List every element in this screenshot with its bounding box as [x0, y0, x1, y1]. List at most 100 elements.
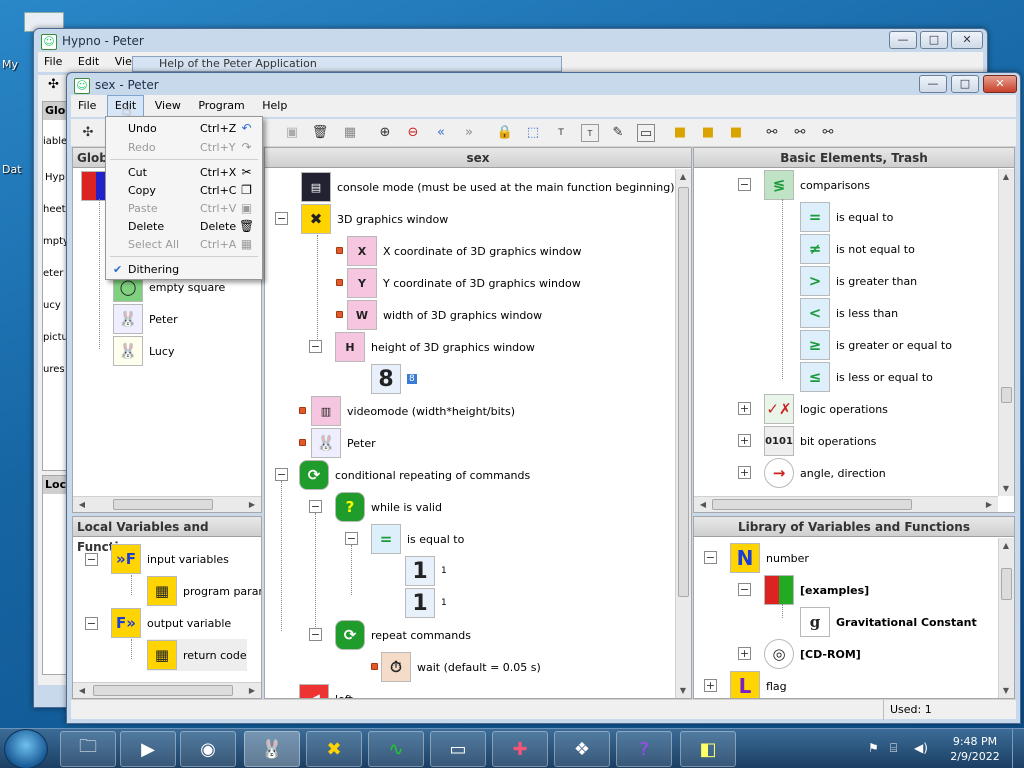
hypno-item-0[interactable]: iable [43, 136, 67, 147]
collapse-icon[interactable]: − [309, 340, 322, 353]
not-equal-node[interactable]: ≠ is not equal to [800, 233, 915, 265]
taskbar-chrome-icon[interactable]: ◉ [180, 731, 236, 767]
hypno-maximize-button[interactable]: □ [920, 31, 948, 49]
collapse-icon[interactable]: − [309, 500, 322, 513]
collapse-icon[interactable]: − [738, 583, 751, 596]
show-desktop-button[interactable] [1012, 729, 1024, 768]
hypno-menu-file[interactable]: File [38, 52, 68, 72]
collapse-icon[interactable]: − [309, 628, 322, 641]
menu-file[interactable]: File [71, 96, 103, 116]
bit-operations-node[interactable]: 0101 bit operations [764, 425, 876, 457]
menu-item-redo[interactable]: Redo Ctrl+Y ↷ [106, 138, 262, 157]
lock-icon[interactable]: 🔒 [496, 124, 514, 142]
tray-network-icon[interactable]: ⌸ [890, 741, 897, 756]
menu-item-cut[interactable]: Cut Ctrl+X ✂ [106, 163, 262, 182]
less-node[interactable]: < is less than [800, 297, 898, 329]
minimize-button[interactable]: — [919, 75, 947, 93]
menu-item-paste[interactable]: Paste Ctrl+V ▣ [106, 199, 262, 218]
lock-b-icon[interactable]: ■ [699, 124, 717, 142]
find-next-icon[interactable]: ⚯ [791, 124, 809, 142]
collapse-icon[interactable]: − [275, 468, 288, 481]
y-coordinate-node[interactable]: Y Y coordinate of 3D graphics window [347, 267, 581, 299]
tree-item-peter[interactable]: 🐰 Peter [113, 303, 178, 335]
delete-icon[interactable]: 🗑 [311, 124, 329, 142]
tree-item-return-code[interactable]: ▦ return code [147, 639, 247, 671]
lock-c-icon[interactable]: ■ [727, 124, 745, 142]
is-equal-node[interactable]: = is equal to [371, 523, 464, 555]
taskbar-explorer-icon[interactable]: 🗀 [60, 731, 116, 767]
gravitational-constant-node[interactable]: g Gravitational Constant [800, 606, 977, 638]
height-node[interactable]: H height of 3D graphics window [335, 331, 535, 363]
comparisons-node[interactable]: ≶ comparisons [764, 169, 870, 201]
close-button[interactable]: ✕ [983, 75, 1017, 93]
taskbar-media-player-icon[interactable]: ▶ [120, 731, 176, 767]
equal-node[interactable]: = is equal to [800, 201, 893, 233]
back-icon[interactable]: « [432, 124, 450, 142]
collapse-icon[interactable]: − [85, 617, 98, 630]
hypno-item-2[interactable]: heet [43, 204, 66, 215]
tool-options-icon[interactable]: ✣ [79, 124, 97, 142]
less-equal-node[interactable]: ≤ is less or equal to [800, 361, 933, 393]
basic-hscroll[interactable]: ◀ ▶ [694, 496, 998, 512]
taskbar-film-icon[interactable]: ❖ [554, 731, 610, 767]
taskbar-graphics-icon[interactable]: ✖ [306, 731, 362, 767]
x-coordinate-node[interactable]: X X coordinate of 3D graphics window [347, 235, 582, 267]
taskbar-cross-icon[interactable]: ✚ [492, 731, 548, 767]
hypno-item-7[interactable]: ures [43, 364, 65, 375]
while-valid-node[interactable]: ? while is valid [335, 491, 442, 523]
select-icon[interactable]: ▦ [341, 124, 359, 142]
expand-icon[interactable]: + [738, 466, 751, 479]
expand-icon[interactable]: + [738, 647, 751, 660]
help-window-title[interactable]: Help of the Peter Application [132, 56, 562, 72]
tray-flag-icon[interactable]: ⚑ [868, 741, 879, 755]
paste-disabled-icon[interactable]: ▣ [283, 124, 301, 142]
tray-volume-icon[interactable]: ◀) [914, 741, 928, 755]
flag-node[interactable]: L flag [730, 670, 787, 698]
hypno-close-button[interactable]: ✕ [951, 31, 983, 49]
find-prev-icon[interactable]: ⚯ [819, 124, 837, 142]
tree-item-lucy[interactable]: 🐰 Lucy [113, 335, 174, 367]
videomode-node[interactable]: ▥ videomode (width*height/bits) [311, 395, 515, 427]
tree-item-output-variable[interactable]: F» output variable [111, 607, 231, 639]
collapse-icon[interactable]: − [345, 532, 358, 545]
collapse-icon[interactable]: − [738, 178, 751, 191]
value-1a-node[interactable]: 1 1 [405, 555, 447, 587]
menu-item-select-all[interactable]: Select All Ctrl+A ▦ [106, 235, 262, 254]
conditional-repeat-node[interactable]: ⟳ conditional repeating of commands [299, 459, 530, 491]
greater-node[interactable]: > is greater than [800, 265, 917, 297]
taskbar-help-book-icon[interactable]: ? [616, 731, 672, 767]
expand-icon[interactable]: + [704, 679, 717, 692]
left-node[interactable]: ◀ left [299, 683, 353, 698]
hypno-menu-edit[interactable]: Edit [72, 52, 105, 72]
forward-icon[interactable]: » [460, 124, 478, 142]
hypno-item-6[interactable]: pictu [43, 332, 68, 343]
hypno-item-4[interactable]: eter [43, 268, 63, 279]
collapse-icon[interactable]: − [704, 551, 717, 564]
global-hscroll[interactable]: ◀ ▶ [73, 496, 261, 512]
peter-node[interactable]: 🐰 Peter [311, 427, 376, 459]
clock[interactable]: 9:48 PM 2/9/2022 [940, 734, 1010, 764]
library-vscroll[interactable]: ▲ ▼ [998, 538, 1014, 698]
value-1b-node[interactable]: 1 1 [405, 587, 447, 619]
lock-a-icon[interactable]: ■ [671, 124, 689, 142]
expand-icon[interactable]: + [738, 402, 751, 415]
cd-rom-node[interactable]: ◎ [CD-ROM] [764, 638, 861, 670]
find-icon[interactable]: ⚯ [763, 124, 781, 142]
window-icon[interactable]: ▭ [637, 124, 655, 142]
text-box-icon[interactable]: T [581, 124, 599, 142]
number-8-node[interactable]: 8 8 [371, 363, 417, 395]
hypno-minimize-button[interactable]: — [889, 31, 917, 49]
wait-node[interactable]: ⏱ wait (default = 0.05 s) [381, 651, 541, 683]
menu-view[interactable]: View [148, 96, 188, 116]
start-button[interactable] [4, 729, 48, 768]
graphics-window-node[interactable]: ✖ 3D graphics window [301, 203, 448, 235]
desktop-label-dat[interactable]: Dat [2, 163, 22, 176]
taskbar-oscilloscope-icon[interactable]: ∿ [368, 731, 424, 767]
angle-direction-node[interactable]: → angle, direction [764, 457, 886, 489]
zoom-in-icon[interactable]: ⊕ [376, 124, 394, 142]
number-lib-node[interactable]: N number [730, 542, 809, 574]
edit-icon[interactable]: ✎ [609, 124, 627, 142]
tree-item-program-parameter[interactable]: ▦ program parame [147, 575, 261, 607]
greater-equal-node[interactable]: ≥ is greater or equal to [800, 329, 952, 361]
menu-help[interactable]: Help [255, 96, 294, 116]
